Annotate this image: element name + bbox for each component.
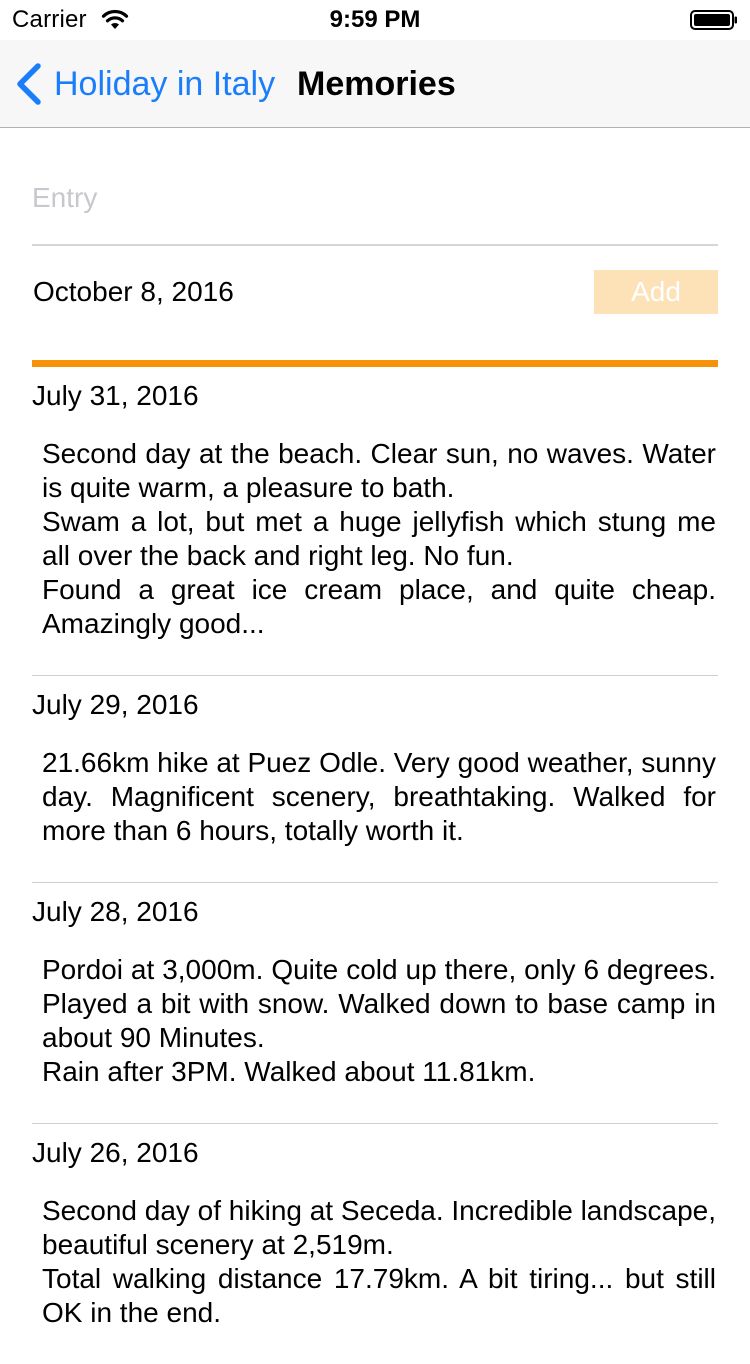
back-button-label: Holiday in Italy bbox=[54, 64, 276, 103]
memory-paragraph: Pordoi at 3,000m. Quite cold up there, o… bbox=[42, 954, 716, 1053]
memory-text: 21.66km hike at Puez Odle. Very good wea… bbox=[32, 746, 718, 848]
memory-paragraph: Total walking distance 17.79km. A bit ti… bbox=[42, 1263, 716, 1328]
memory-paragraph: Rain after 3PM. Walked about 11.81km. bbox=[42, 1056, 536, 1087]
add-button[interactable]: Add bbox=[594, 270, 718, 314]
memory-item[interactable]: July 29, 2016 21.66km hike at Puez Odle. … bbox=[32, 676, 718, 883]
memory-text: Second day of hiking at Seceda. Incredib… bbox=[32, 1194, 718, 1330]
back-button[interactable]: Holiday in Italy bbox=[14, 40, 275, 128]
battery-icon bbox=[690, 10, 737, 30]
memory-paragraph: Swam a lot, but met a huge jellyfish whi… bbox=[42, 506, 716, 571]
memory-item[interactable]: July 31, 2016 Second day at the beach. Cl… bbox=[32, 367, 718, 676]
navigation-bar: Holiday in Italy Memories bbox=[0, 40, 750, 128]
status-time: 9:59 PM bbox=[329, 6, 421, 33]
section-separator bbox=[32, 360, 718, 367]
memory-list[interactable]: July 31, 2016 Second day at the beach. Cl… bbox=[32, 367, 718, 1364]
memory-item[interactable]: July 28, 2016 Pordoi at 3,000m. Quite col… bbox=[32, 883, 718, 1124]
chevron-left-icon bbox=[17, 63, 41, 105]
memory-date: July 29, 2016 bbox=[32, 689, 199, 720]
entry-input[interactable] bbox=[32, 170, 718, 226]
date-field[interactable]: October 8, 2016 bbox=[33, 276, 234, 308]
memory-date: July 28, 2016 bbox=[32, 896, 199, 927]
memory-paragraph: Second day at the beach. Clear sun, no w… bbox=[42, 438, 716, 503]
memory-paragraph: Found a great ice cream place, and quite… bbox=[42, 574, 716, 639]
memory-date: July 26, 2016 bbox=[32, 1137, 199, 1168]
entry-underline bbox=[32, 244, 718, 246]
memory-paragraph: Second day of hiking at Seceda. Incredib… bbox=[42, 1195, 717, 1260]
memory-text: Second day at the beach. Clear sun, no w… bbox=[32, 437, 718, 641]
memory-text: Pordoi at 3,000m. Quite cold up there, o… bbox=[32, 953, 718, 1089]
page-title: Memories bbox=[297, 65, 456, 103]
memory-paragraph: 21.66km hike at Puez Odle. Very good wea… bbox=[42, 747, 716, 846]
status-bar: Carrier 9:59 PM bbox=[0, 0, 750, 40]
memory-item[interactable]: July 26, 2016 Second day of hiking at Sec… bbox=[32, 1124, 718, 1364]
memory-date: July 31, 2016 bbox=[32, 380, 199, 411]
